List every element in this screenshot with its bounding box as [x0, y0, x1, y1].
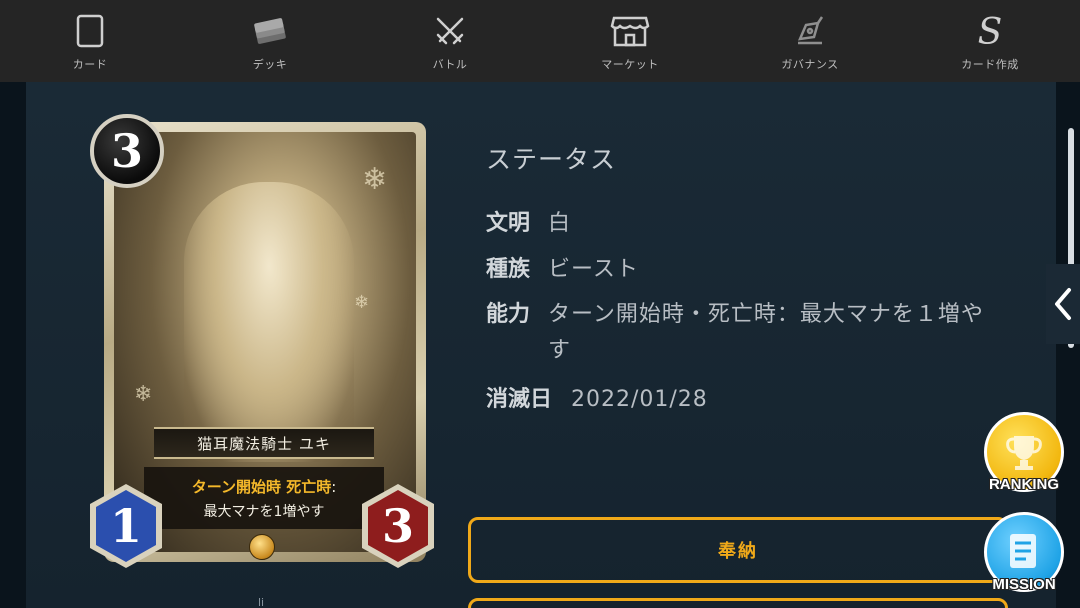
offer-button[interactable]: 奉納: [468, 517, 1008, 583]
nav-item-market[interactable]: マーケット: [540, 0, 720, 82]
snowflake-icon: ❄: [134, 382, 153, 407]
ability-trigger-turn-start: ターン開始時: [191, 477, 281, 496]
deck-icon: [250, 12, 290, 50]
stat-value: 2022/01/28: [571, 387, 708, 412]
battle-icon: [430, 12, 470, 50]
governance-icon: [790, 12, 830, 50]
nav-item-deck[interactable]: デッキ: [180, 0, 360, 82]
nav-label-deck: デッキ: [252, 58, 288, 71]
top-nav: カード デッキ バトル マーケット ガバナンス S カード作成: [0, 0, 1080, 82]
card-name-plate: 猫耳魔法騎士 ユキ: [154, 427, 374, 459]
nav-item-governance[interactable]: ガバナンス: [720, 0, 900, 82]
cost-value: 3: [110, 124, 143, 178]
stat-row-race: 種族 ビースト: [486, 252, 639, 288]
card-ability-body: 最大マナを1増やす: [203, 503, 325, 520]
mission-button[interactable]: MISSION: [982, 512, 1066, 606]
secondary-button[interactable]: [468, 598, 1008, 608]
stat-row-ability: 能力 ターン開始時・死亡時：最大マナを１増やす: [486, 297, 988, 369]
attack-badge: 1: [88, 482, 164, 570]
stat-row-expiry: 消滅日 2022/01/28: [486, 382, 708, 418]
health-value: 3: [381, 499, 414, 553]
offer-button-label: 奉納: [718, 541, 758, 562]
collapse-panel-button[interactable]: [1046, 264, 1080, 344]
nav-label-governance: ガバナンス: [781, 58, 839, 71]
nav-item-battle[interactable]: バトル: [360, 0, 540, 82]
mission-label: MISSION: [992, 576, 1056, 593]
card-view: ❄ ❄ ❄ 猫耳魔法騎士 ユキ ターン開始時 死亡時: 最大マナを1増やす 3 …: [90, 114, 434, 570]
stat-row-civilization: 文明 白: [486, 206, 571, 242]
card-name: 猫耳魔法騎士 ユキ: [197, 434, 331, 453]
ability-colon: :: [331, 477, 337, 496]
stat-key: 文明: [486, 211, 531, 236]
stat-key: 能力: [486, 302, 531, 327]
civilization-emblem-icon: [249, 534, 275, 560]
stat-key: 種族: [486, 257, 531, 282]
card-create-icon: S: [970, 12, 1010, 50]
nav-label-card: カード: [72, 58, 108, 71]
health-badge: 3: [360, 482, 436, 570]
stat-value: 白: [548, 211, 572, 236]
nav-item-card-create[interactable]: S カード作成: [900, 0, 1080, 82]
nav-label-market: マーケット: [601, 58, 659, 71]
nav-item-card[interactable]: カード: [0, 0, 180, 82]
chevron-left-icon: [1055, 288, 1071, 320]
nav-label-card-create: カード作成: [961, 58, 1019, 71]
ability-trigger-death: 死亡時: [286, 477, 332, 496]
stat-key: 消滅日: [486, 387, 553, 412]
stat-value: ビースト: [548, 257, 639, 282]
cost-badge: 3: [90, 114, 164, 188]
card-ability-box: ターン開始時 死亡時: 最大マナを1増やす: [144, 467, 384, 529]
card-artwork-figure: [184, 182, 354, 462]
attack-value: 1: [109, 499, 142, 553]
market-icon: [610, 12, 650, 50]
card-ability-head: ターン開始時 死亡時:: [192, 476, 337, 497]
nav-label-battle: バトル: [432, 58, 468, 71]
stat-value: ターン開始時・死亡時：最大マナを１増やす: [548, 302, 984, 363]
ranking-button[interactable]: RANKING: [982, 412, 1066, 494]
status-title: ステータス: [486, 145, 617, 174]
snowflake-icon: ❄: [362, 162, 388, 197]
ranking-label: RANKING: [989, 476, 1059, 493]
svg-text:S: S: [978, 12, 1003, 50]
partial-footer-text: li: [258, 596, 265, 608]
snowflake-icon: ❄: [354, 292, 370, 313]
card-icon: [70, 12, 110, 50]
